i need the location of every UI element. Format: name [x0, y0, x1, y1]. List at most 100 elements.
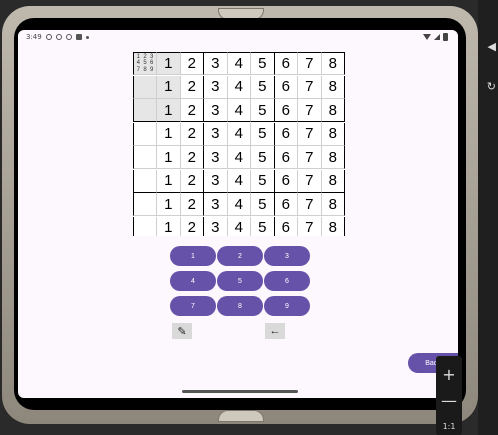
grid-cell[interactable]: 3: [204, 52, 228, 75]
grid-cell[interactable]: 5: [251, 216, 275, 236]
grid-cell[interactable]: 3: [204, 169, 228, 193]
grid-cell[interactable]: 1: [157, 216, 181, 236]
grid-cell[interactable]: 7: [298, 75, 322, 99]
grid-cell[interactable]: 3: [204, 122, 228, 146]
grid-cell[interactable]: 4: [227, 169, 251, 193]
grid-cell[interactable]: 5: [251, 193, 275, 216]
note-digit: 1: [136, 53, 140, 60]
grid-cell[interactable]: 5: [251, 99, 275, 122]
grid-row: 12345678: [133, 216, 345, 236]
grid-cell[interactable]: 8: [321, 52, 345, 75]
grid-cell[interactable]: [133, 193, 157, 216]
number-key-3[interactable]: 3: [264, 246, 310, 266]
grid-cell[interactable]: 6: [274, 193, 298, 216]
grid-row: 12345678: [133, 75, 345, 99]
grid-cell[interactable]: 4: [227, 193, 251, 216]
grid-cell[interactable]: 1: [157, 169, 181, 193]
grid-cell[interactable]: 1: [157, 193, 181, 216]
number-key-5[interactable]: 5: [217, 271, 263, 291]
grid-cell[interactable]: 8: [321, 122, 345, 146]
grid-cell[interactable]: 8: [321, 99, 345, 122]
rotate-icon[interactable]: ↻: [487, 80, 496, 93]
grid-cell[interactable]: 2: [180, 146, 204, 169]
grid-cell[interactable]: 4: [227, 99, 251, 122]
grid-cell[interactable]: 1: [157, 99, 181, 122]
number-key-2[interactable]: 2: [217, 246, 263, 266]
download-icon: [65, 34, 72, 40]
number-key-8[interactable]: 8: [217, 296, 263, 316]
grid-cell[interactable]: 6: [274, 122, 298, 146]
grid-cell[interactable]: 2: [180, 99, 204, 122]
grid-cell[interactable]: 1: [157, 122, 181, 146]
grid-cell[interactable]: 5: [251, 122, 275, 146]
grid-cell[interactable]: [133, 122, 157, 146]
grid-cell[interactable]: 6: [275, 216, 298, 236]
grid-cell[interactable]: 3: [204, 216, 228, 236]
grid-cell[interactable]: 5: [251, 146, 275, 169]
grid-cell[interactable]: 7: [298, 122, 322, 146]
grid-cell[interactable]: 6: [274, 169, 298, 193]
cell-notes: 123 456 789: [135, 54, 155, 74]
zoom-in-button[interactable]: +: [436, 362, 462, 386]
backspace-button[interactable]: ←: [265, 323, 285, 339]
number-key-1[interactable]: 1: [170, 246, 216, 266]
status-time: 3:49: [26, 33, 42, 41]
number-key-7[interactable]: 7: [170, 296, 216, 316]
grid-cell[interactable]: [133, 216, 157, 236]
grid-cell[interactable]: 4: [227, 146, 251, 169]
note-digit: 8: [143, 66, 147, 73]
gesture-bar[interactable]: [182, 390, 298, 393]
grid-cell[interactable]: 2: [180, 75, 204, 99]
grid-cell[interactable]: 4: [228, 216, 251, 236]
number-key-6[interactable]: 6: [264, 271, 310, 291]
grid-cell[interactable]: 6: [274, 75, 298, 99]
grid-cell[interactable]: [133, 75, 157, 99]
grid-cell[interactable]: 1: [157, 146, 181, 169]
grid-cell[interactable]: 1: [157, 52, 181, 75]
grid-cell[interactable]: 1: [157, 75, 181, 99]
grid-cell[interactable]: 2: [181, 216, 204, 236]
grid-cell[interactable]: 3: [204, 146, 228, 169]
grid-cell[interactable]: 3: [204, 193, 228, 216]
grid-cell[interactable]: 8: [322, 216, 345, 236]
grid-cell[interactable]: 6: [274, 99, 298, 122]
grid-cell[interactable]: 3: [204, 75, 228, 99]
pencil-button[interactable]: ✎: [172, 323, 192, 339]
grid-cell[interactable]: 8: [321, 75, 345, 99]
chevron-left-icon[interactable]: ◀: [488, 40, 496, 53]
grid-cell[interactable]: 8: [321, 193, 345, 216]
notes-cell[interactable]: 123 456 789: [133, 52, 157, 75]
grid-cell[interactable]: 7: [298, 193, 322, 216]
grid-cell[interactable]: 4: [227, 52, 251, 75]
grid-row: 12345678: [133, 122, 345, 146]
number-key-4[interactable]: 4: [170, 271, 216, 291]
grid-cell[interactable]: 5: [251, 75, 275, 99]
grid-cell[interactable]: 7: [298, 52, 322, 75]
grid-cell[interactable]: 2: [180, 52, 204, 75]
grid-cell[interactable]: 4: [227, 122, 251, 146]
grid-cell[interactable]: 6: [274, 146, 298, 169]
grid-cell[interactable]: 8: [321, 146, 345, 169]
grid-cell[interactable]: 2: [180, 169, 204, 193]
grid-cell[interactable]: 7: [298, 169, 322, 193]
grid-cell[interactable]: 5: [251, 52, 275, 75]
grid-cell[interactable]: 7: [298, 216, 322, 236]
battery-icon: [443, 33, 448, 41]
grid-cell[interactable]: [133, 146, 157, 169]
note-digit: 3: [149, 53, 154, 60]
grid-cell[interactable]: [133, 169, 157, 193]
grid-cell[interactable]: 2: [180, 193, 204, 216]
grid-cell[interactable]: [133, 99, 157, 122]
grid-cell[interactable]: 6: [274, 52, 298, 75]
grid-cell[interactable]: 8: [321, 169, 345, 193]
grid-cell[interactable]: 5: [251, 169, 275, 193]
grid-cell[interactable]: 2: [180, 122, 204, 146]
number-key-9[interactable]: 9: [264, 296, 310, 316]
backspace-icon: ←: [269, 325, 281, 337]
grid-cell[interactable]: 7: [298, 99, 322, 122]
grid-cell[interactable]: 4: [227, 75, 251, 99]
grid-cell[interactable]: 3: [204, 99, 228, 122]
zoom-out-button[interactable]: —: [436, 388, 462, 412]
grid-cell[interactable]: 7: [298, 146, 322, 169]
clock-icon: [45, 34, 52, 40]
